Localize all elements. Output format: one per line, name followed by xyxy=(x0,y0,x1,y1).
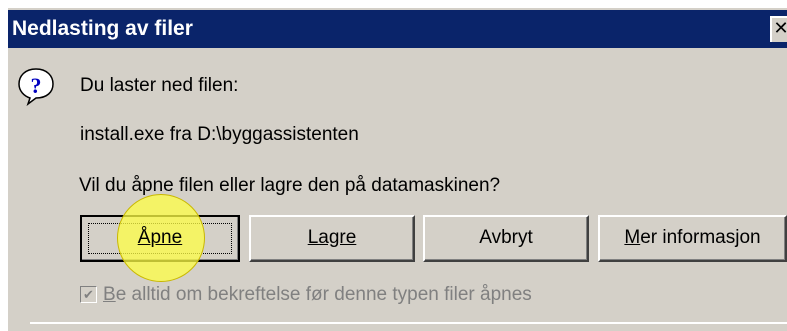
question-text: Vil du åpne filen eller lagre den på dat… xyxy=(79,175,501,196)
left-edge xyxy=(0,0,8,331)
file-name-text: install.exe fra D:\byggassistenten xyxy=(80,124,359,145)
file-download-dialog: Nedlasting av filer ✕ ? Du laster ned fi… xyxy=(0,0,787,331)
open-button-label: Åpne xyxy=(137,227,183,248)
check-icon: ✔ xyxy=(83,287,94,302)
close-icon: ✕ xyxy=(773,18,787,38)
more-info-button[interactable]: Mer informasjon xyxy=(598,215,787,262)
more-info-button-label: Mer informasjon xyxy=(624,227,761,248)
cancel-button-label: Avbryt xyxy=(479,227,533,248)
cancel-button[interactable]: Avbryt xyxy=(423,215,589,262)
save-button[interactable]: Lagre xyxy=(249,215,415,262)
always-ask-label: Be alltid om bekreftelse før denne typen… xyxy=(103,284,532,305)
close-button[interactable]: ✕ xyxy=(770,16,787,42)
title-bar[interactable]: Nedlasting av filer ✕ xyxy=(8,10,787,48)
dialog-title: Nedlasting av filer xyxy=(12,17,193,40)
download-message: Du laster ned filen: xyxy=(80,75,239,96)
always-ask-checkbox[interactable]: ✔ xyxy=(80,286,97,303)
save-button-label: Lagre xyxy=(307,227,357,248)
bottom-separator xyxy=(30,322,787,324)
open-button-label-wrap[interactable]: Åpne xyxy=(80,215,240,262)
top-strip xyxy=(0,0,787,8)
question-icon: ? xyxy=(16,66,56,107)
svg-text:?: ? xyxy=(31,73,42,98)
